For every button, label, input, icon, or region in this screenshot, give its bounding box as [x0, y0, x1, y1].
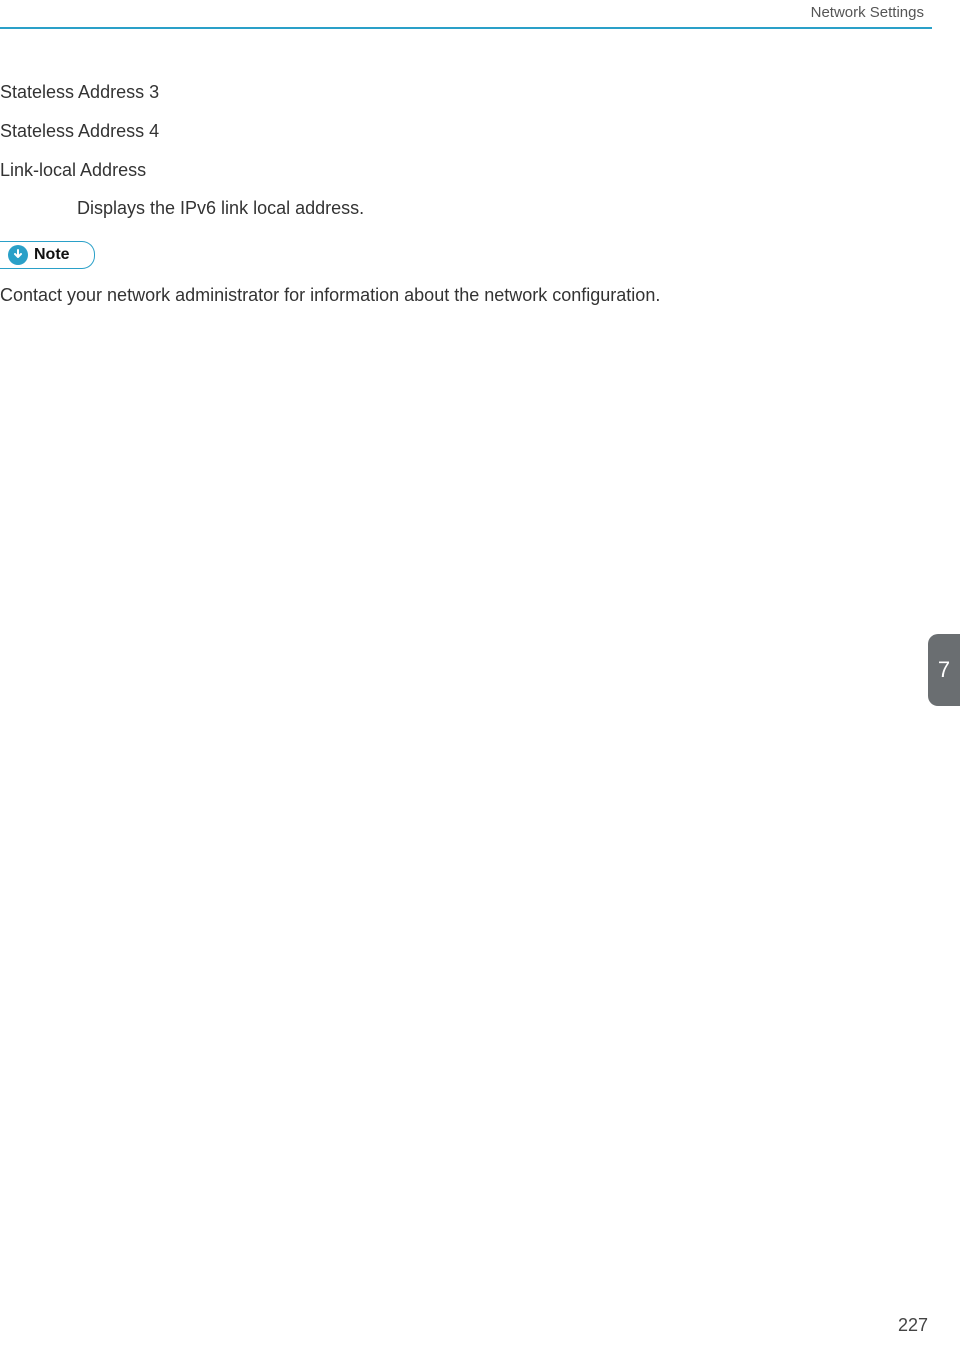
sub-bullet-list: Stateless Address 3 Stateless Address 4 [0, 80, 928, 144]
page-number: 227 [898, 1315, 928, 1336]
note-label: Note [34, 246, 70, 264]
note-callout: Note [0, 241, 95, 269]
main-bullet-list: Link-local Address [0, 158, 928, 183]
note-list: Contact your network administrator for i… [0, 283, 928, 308]
chapter-tab: 7 [928, 634, 960, 706]
chapter-number: 7 [938, 657, 950, 683]
description-text: Displays the IPv6 link local address. [77, 198, 928, 219]
page-header: Network Settings [0, 0, 932, 29]
header-rule [0, 27, 932, 29]
note-down-arrow-icon [8, 245, 28, 265]
page-content: Stateless Address 3 Stateless Address 4 … [0, 80, 928, 322]
list-item: Link-local Address [0, 158, 928, 183]
list-item: Stateless Address 3 [0, 80, 928, 105]
list-item: Stateless Address 4 [0, 119, 928, 144]
list-item: Contact your network administrator for i… [0, 283, 928, 308]
header-title: Network Settings [0, 4, 932, 27]
